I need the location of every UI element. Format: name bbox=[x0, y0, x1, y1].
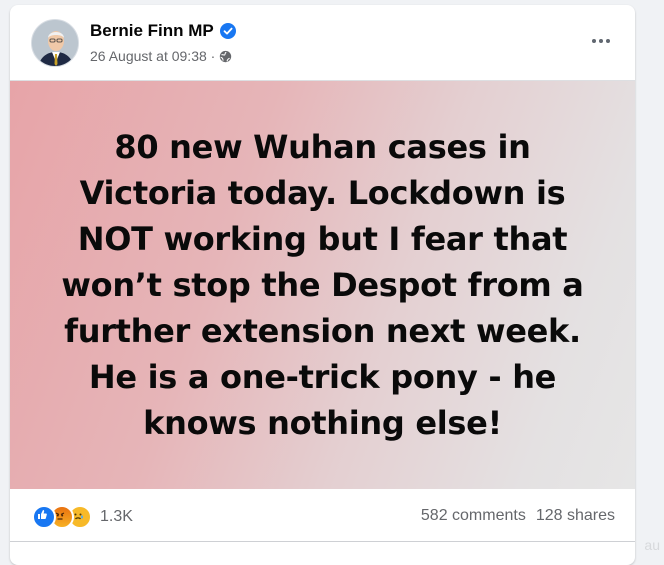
author-name-text[interactable]: Bernie Finn MP bbox=[90, 21, 214, 41]
more-dot-icon bbox=[599, 39, 603, 43]
comments-count[interactable]: 582 comments bbox=[421, 507, 526, 525]
shares-count[interactable]: 128 shares bbox=[536, 507, 615, 525]
post-image[interactable]: 80 new Wuhan cases in Victoria today. Lo… bbox=[10, 80, 635, 489]
post-footer: 1.3K 582 comments 128 shares bbox=[10, 489, 635, 542]
watermark-text: au bbox=[644, 537, 660, 553]
engagement-stats: 582 comments 128 shares bbox=[421, 507, 615, 525]
avatar-photo-icon bbox=[32, 20, 78, 66]
author-name[interactable]: Bernie Finn MP bbox=[90, 21, 236, 41]
more-options-button[interactable] bbox=[585, 29, 617, 53]
post-card: Bernie Finn MP 26 August at 09:38 · 80 n… bbox=[10, 5, 635, 565]
post-header: Bernie Finn MP 26 August at 09:38 · bbox=[10, 5, 635, 81]
more-dot-icon bbox=[606, 39, 610, 43]
post-image-text: 80 new Wuhan cases in Victoria today. Lo… bbox=[61, 128, 584, 442]
verified-badge-icon bbox=[219, 23, 236, 39]
like-icon bbox=[32, 505, 56, 529]
globe-icon[interactable] bbox=[219, 50, 232, 63]
post-timestamp[interactable]: 26 August at 09:38 · bbox=[90, 48, 215, 64]
more-dot-icon bbox=[592, 39, 596, 43]
author-avatar[interactable] bbox=[31, 19, 79, 67]
reaction-count[interactable]: 1.3K bbox=[100, 508, 133, 526]
reactions-summary[interactable]: 1.3K bbox=[32, 505, 133, 529]
post-meta: 26 August at 09:38 · bbox=[90, 48, 232, 64]
